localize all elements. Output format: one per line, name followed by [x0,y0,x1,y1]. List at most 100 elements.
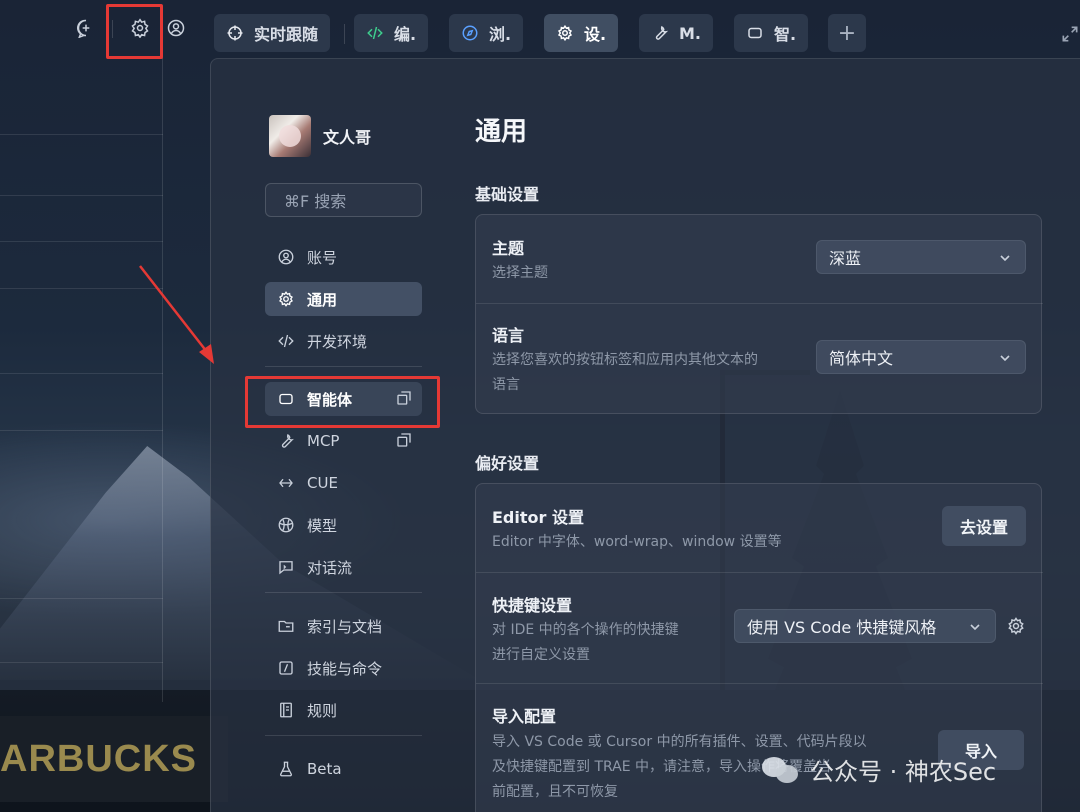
tab-label: 实时跟随 [254,25,319,44]
wrench-icon [281,434,294,448]
shortcuts-desc: 对 IDE 中的各个操作的快捷键 进行自定义设置 [492,622,679,663]
sidebar-item-label: 开发环境 [307,332,368,351]
folder-icon [278,620,294,632]
sidebar-item-index-docs[interactable]: 索引与文档 [265,609,422,643]
gear-icon [279,291,293,307]
tab-label: M. [679,23,701,43]
language-select[interactable]: 简体中文 [816,340,1026,374]
sidebar-item-label: 技能与命令 [307,659,383,678]
slash-icon [279,661,293,675]
divider [0,195,163,196]
chat-flow-icon [279,561,293,575]
crosshair-icon [227,25,243,41]
tab-editor[interactable]: 编. [354,14,429,52]
theme-desc: 选择主题 [492,265,548,281]
divider [265,366,422,367]
theme-value: 深蓝 [829,249,862,268]
sidebar-item-beta[interactable]: Beta [265,752,422,786]
watermark: 公众号 · 神农Sec [762,752,996,787]
bot-icon [748,27,762,39]
sidebar-item-mcp[interactable]: MCP [265,424,422,458]
external-window-icon[interactable] [396,432,412,448]
tab-mcp[interactable]: M. [639,14,713,52]
language-desc: 选择您喜欢的按钮标签和应用内其他文本的 语言 [492,352,758,393]
gear-icon[interactable] [1006,616,1026,636]
sidebar-item-label: 通用 [307,290,338,309]
tab-browser[interactable]: 浏. [449,14,524,52]
divider [344,24,345,44]
model-icon [278,517,294,533]
avatar [269,115,311,157]
editor-desc: Editor 中字体、word-wrap、window 设置等 [492,534,782,550]
sidebar-item-label: 模型 [307,516,338,535]
basic-settings-card: 主题 选择主题 深蓝 语言 选择您喜欢的按钮标签和应用内其他文本的 语言 简体中文 [475,214,1043,414]
divider [0,241,163,242]
divider [265,592,422,593]
tab-realtime-follow[interactable]: 实时跟随 [214,14,331,52]
shortcuts-value: 使用 VS Code 快捷键风格 [747,618,937,637]
collapse-icon[interactable] [1060,24,1080,44]
editor-row: Editor 设置 Editor 中字体、word-wrap、window 设置… [476,484,1043,572]
chevron-down-icon [970,624,980,631]
account-icon [278,249,294,265]
user-icon[interactable] [164,16,188,40]
code-icon [367,26,383,40]
sidebar-item-label: CUE [307,474,338,492]
tab-settings[interactable]: 设. [544,14,619,52]
divider [0,430,163,431]
tab-label: 编. [394,25,417,44]
sidebar-item-skills-commands[interactable]: 技能与命令 [265,651,422,685]
divider [0,134,163,135]
tab-agent[interactable]: 智. [734,14,809,52]
sidebar-item-chat-flow[interactable]: 对话流 [265,550,422,584]
theme-title: 主题 [492,239,525,258]
wrench-icon [655,25,669,40]
sidebar-item-label: 规则 [307,701,338,720]
settings-search-input[interactable]: ⌘F 搜索 [265,183,422,217]
code-icon [278,334,294,348]
sidebar-item-label: 索引与文档 [307,617,383,636]
sidebar-item-dev-env[interactable]: 开发环境 [265,324,422,358]
tab-label: 设. [584,25,607,44]
import-row: 导入配置 导入 VS Code 或 Cursor 中的所有插件、设置、代码片段以… [476,684,1043,812]
user-profile[interactable]: 文人哥 [269,115,371,157]
sidebar-item-model[interactable]: 模型 [265,508,422,542]
sidebar-item-label: 对话流 [307,558,353,577]
divider [0,288,163,289]
agent-highlight-box [245,376,440,428]
sidebar-item-label: MCP [307,432,340,450]
left-sidebar [0,0,210,812]
shortcuts-select[interactable]: 使用 VS Code 快捷键风格 [734,609,996,643]
editor-settings-button[interactable]: 去设置 [942,506,1026,546]
sidebar-item-account[interactable]: 账号 [265,240,422,274]
rules-icon [280,702,292,718]
shortcuts-row: 快捷键设置 对 IDE 中的各个操作的快捷键 进行自定义设置 使用 VS Code… [476,573,1043,683]
language-value: 简体中文 [829,349,894,368]
theme-select[interactable]: 深蓝 [816,240,1026,274]
left-list-panel [0,58,163,702]
sidebar-item-general[interactable]: 通用 [265,282,422,316]
user-name: 文人哥 [323,128,372,147]
settings-panel: 文人哥 ⌘F 搜索 账号 通用 开发环境 智能体 MCP CUE 模型 对话流 [210,58,1080,812]
new-chat-icon[interactable] [74,16,98,40]
divider [0,662,163,663]
add-tab-button[interactable]: + [828,14,866,52]
section-title-basic: 基础设置 [475,185,540,204]
sidebar-item-rules[interactable]: 规则 [265,693,422,727]
gear-highlight-box [106,4,163,59]
divider [0,373,163,374]
watermark-text: 公众号 · 神农Sec [810,758,997,786]
gear-icon [557,24,573,42]
tab-label: 浏. [489,25,512,44]
language-title: 语言 [492,326,525,345]
chevron-down-icon [1000,355,1010,362]
section-title-preferences: 偏好设置 [475,454,540,473]
theme-row: 主题 选择主题 深蓝 [476,215,1043,303]
sidebar-item-label: Beta [307,760,342,778]
editor-title: Editor 设置 [492,508,584,527]
sidebar-item-cue[interactable]: CUE [265,466,422,500]
compass-icon [462,25,478,41]
shortcuts-title: 快捷键设置 [492,596,573,615]
tab-label: 智. [774,25,797,44]
search-placeholder: ⌘F 搜索 [284,192,347,211]
